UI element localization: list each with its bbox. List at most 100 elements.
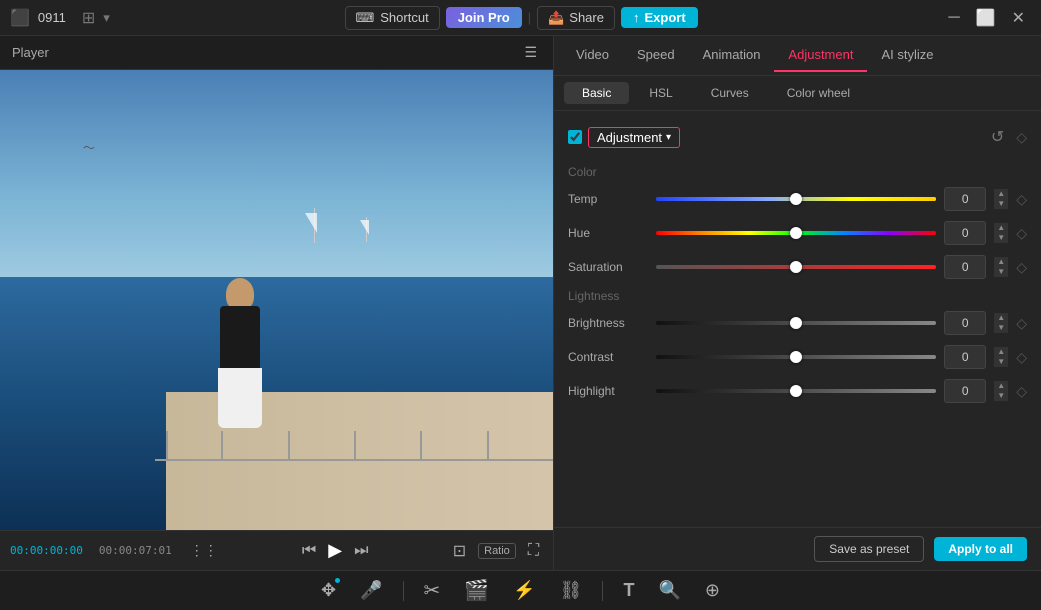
fit-screen-button[interactable]: ⊡ (449, 539, 470, 563)
brightness-slider[interactable] (656, 321, 936, 325)
highlight-slider[interactable] (656, 389, 936, 393)
hue-label: Hue (568, 226, 648, 240)
highlight-down[interactable]: ▼ (994, 391, 1008, 401)
hue-down[interactable]: ▼ (994, 233, 1008, 243)
cut-icon: ✂ (424, 578, 441, 603)
tab-adjustment[interactable]: Adjustment (774, 39, 867, 72)
window-controls: ─ ⬜ ✕ (942, 8, 1031, 28)
temp-keyframe-icon[interactable]: ◇ (1016, 191, 1027, 208)
saturation-stepper[interactable]: ▲ ▼ (994, 257, 1008, 277)
hue-slider-container (656, 226, 936, 240)
export-label: Export (644, 10, 685, 25)
sub-tab-basic[interactable]: Basic (564, 82, 629, 104)
join-pro-button[interactable]: Join Pro (446, 7, 522, 28)
play-button[interactable]: ▶ (328, 540, 342, 561)
zoom-out-icon: 🔍 (658, 580, 680, 601)
window-icon: ⬛ (10, 8, 30, 28)
highlight-stepper[interactable]: ▲ ▼ (994, 381, 1008, 401)
window-layout-chevron[interactable]: ▾ (103, 10, 110, 26)
hue-up[interactable]: ▲ (994, 223, 1008, 233)
brightness-stepper[interactable]: ▲ ▼ (994, 313, 1008, 333)
saturation-value: 0 (944, 255, 986, 279)
brightness-up[interactable]: ▲ (994, 313, 1008, 323)
highlight-up[interactable]: ▲ (994, 381, 1008, 391)
mic-tool-button[interactable]: 🎤 (356, 576, 386, 605)
merge-tool-button[interactable]: ⛓ (556, 576, 587, 605)
adjustment-checkbox[interactable] (568, 130, 582, 144)
ratio-button[interactable]: Ratio (478, 543, 516, 559)
tab-animation[interactable]: Animation (689, 39, 775, 72)
sub-tab-color-wheel[interactable]: Color wheel (769, 82, 868, 104)
contrast-down[interactable]: ▼ (994, 357, 1008, 367)
brightness-label: Brightness (568, 316, 648, 330)
mic-icon: 🎤 (360, 580, 382, 601)
skip-forward-button[interactable]: ⏭ (350, 540, 372, 562)
window-title: 0911 (38, 10, 66, 25)
bird: 〜 (83, 139, 95, 156)
total-time: 00:00:07:01 (99, 544, 172, 557)
hue-stepper[interactable]: ▲ ▼ (994, 223, 1008, 243)
hue-slider[interactable] (656, 231, 936, 235)
temp-up[interactable]: ▲ (994, 189, 1008, 199)
minimize-button[interactable]: ─ (942, 9, 965, 27)
main-content: Player ☰ (0, 36, 1041, 570)
rail-post-6 (487, 431, 489, 461)
reset-button[interactable]: ↺ (989, 125, 1006, 149)
temp-slider[interactable] (656, 197, 936, 201)
contrast-stepper[interactable]: ▲ ▼ (994, 347, 1008, 367)
saturation-slider[interactable] (656, 265, 936, 269)
contrast-slider[interactable] (656, 355, 936, 359)
hue-slider-row: Hue 0 ▲ ▼ ◇ (568, 221, 1027, 245)
adjustment-header: Adjustment ▾ ↺ ◇ (568, 121, 1027, 153)
maximize-button[interactable]: ⬜ (970, 8, 1002, 28)
contrast-keyframe-icon[interactable]: ◇ (1016, 349, 1027, 366)
text-tool-button[interactable]: T (619, 576, 638, 605)
export-button[interactable]: ↑ Export (621, 7, 698, 28)
current-time: 00:00:00:00 (10, 544, 83, 557)
cut-tool-button[interactable]: ✂ (420, 574, 445, 607)
close-button[interactable]: ✕ (1006, 8, 1031, 28)
saturation-slider-row: Saturation 0 ▲ ▼ ◇ (568, 255, 1027, 279)
sub-tab-curves[interactable]: Curves (693, 82, 767, 104)
highlight-keyframe-icon[interactable]: ◇ (1016, 383, 1027, 400)
saturation-keyframe-icon[interactable]: ◇ (1016, 259, 1027, 276)
zoom-in-icon: ⊕ (705, 580, 720, 601)
share-button[interactable]: 📤 Share (537, 6, 615, 30)
temp-stepper[interactable]: ▲ ▼ (994, 189, 1008, 209)
fullscreen-button[interactable]: ⛶ (524, 540, 543, 562)
tab-ai-stylize[interactable]: AI stylize (867, 39, 947, 72)
video-tool-button[interactable]: 🎬 (460, 574, 493, 607)
zoom-out-tool-button[interactable]: 🔍 (654, 576, 684, 605)
keyframe-icon[interactable]: ◇ (1016, 129, 1027, 146)
split-tool-button[interactable]: ⚡ (509, 576, 539, 605)
brightness-down[interactable]: ▼ (994, 323, 1008, 333)
top-bar-center: ⌨ Shortcut Join Pro | 📤 Share ↑ Export (345, 6, 698, 30)
zoom-in-tool-button[interactable]: ⊕ (701, 576, 724, 605)
temp-label: Temp (568, 192, 648, 206)
saturation-up[interactable]: ▲ (994, 257, 1008, 267)
rail-post-5 (420, 431, 422, 461)
adjustment-footer: Save as preset Apply to all (554, 527, 1041, 570)
saturation-down[interactable]: ▼ (994, 267, 1008, 277)
sub-tab-hsl[interactable]: HSL (631, 82, 690, 104)
right-controls: ⊡ Ratio ⛶ (449, 539, 543, 563)
save-preset-button[interactable]: Save as preset (814, 536, 924, 562)
tab-video[interactable]: Video (562, 39, 623, 72)
skip-back-button[interactable]: ⏮ (298, 540, 320, 562)
player-menu-button[interactable]: ☰ (520, 42, 541, 63)
woman-figure (210, 278, 270, 438)
temp-down[interactable]: ▼ (994, 199, 1008, 209)
contrast-up[interactable]: ▲ (994, 347, 1008, 357)
tab-speed[interactable]: Speed (623, 39, 689, 72)
right-panel: Video Speed Animation Adjustment AI styl… (554, 36, 1041, 570)
hue-value: 0 (944, 221, 986, 245)
woman-skirt (218, 368, 262, 428)
apply-to-button[interactable]: Apply to all (934, 537, 1027, 561)
brightness-keyframe-icon[interactable]: ◇ (1016, 315, 1027, 332)
hue-keyframe-icon[interactable]: ◇ (1016, 225, 1027, 242)
cursor-tool-button[interactable]: ✥ (317, 576, 340, 605)
contrast-value: 0 (944, 345, 986, 369)
list-view-button[interactable]: ⋮⋮ (186, 540, 222, 561)
rail-post-4 (354, 431, 356, 461)
shortcut-button[interactable]: ⌨ Shortcut (345, 6, 440, 30)
